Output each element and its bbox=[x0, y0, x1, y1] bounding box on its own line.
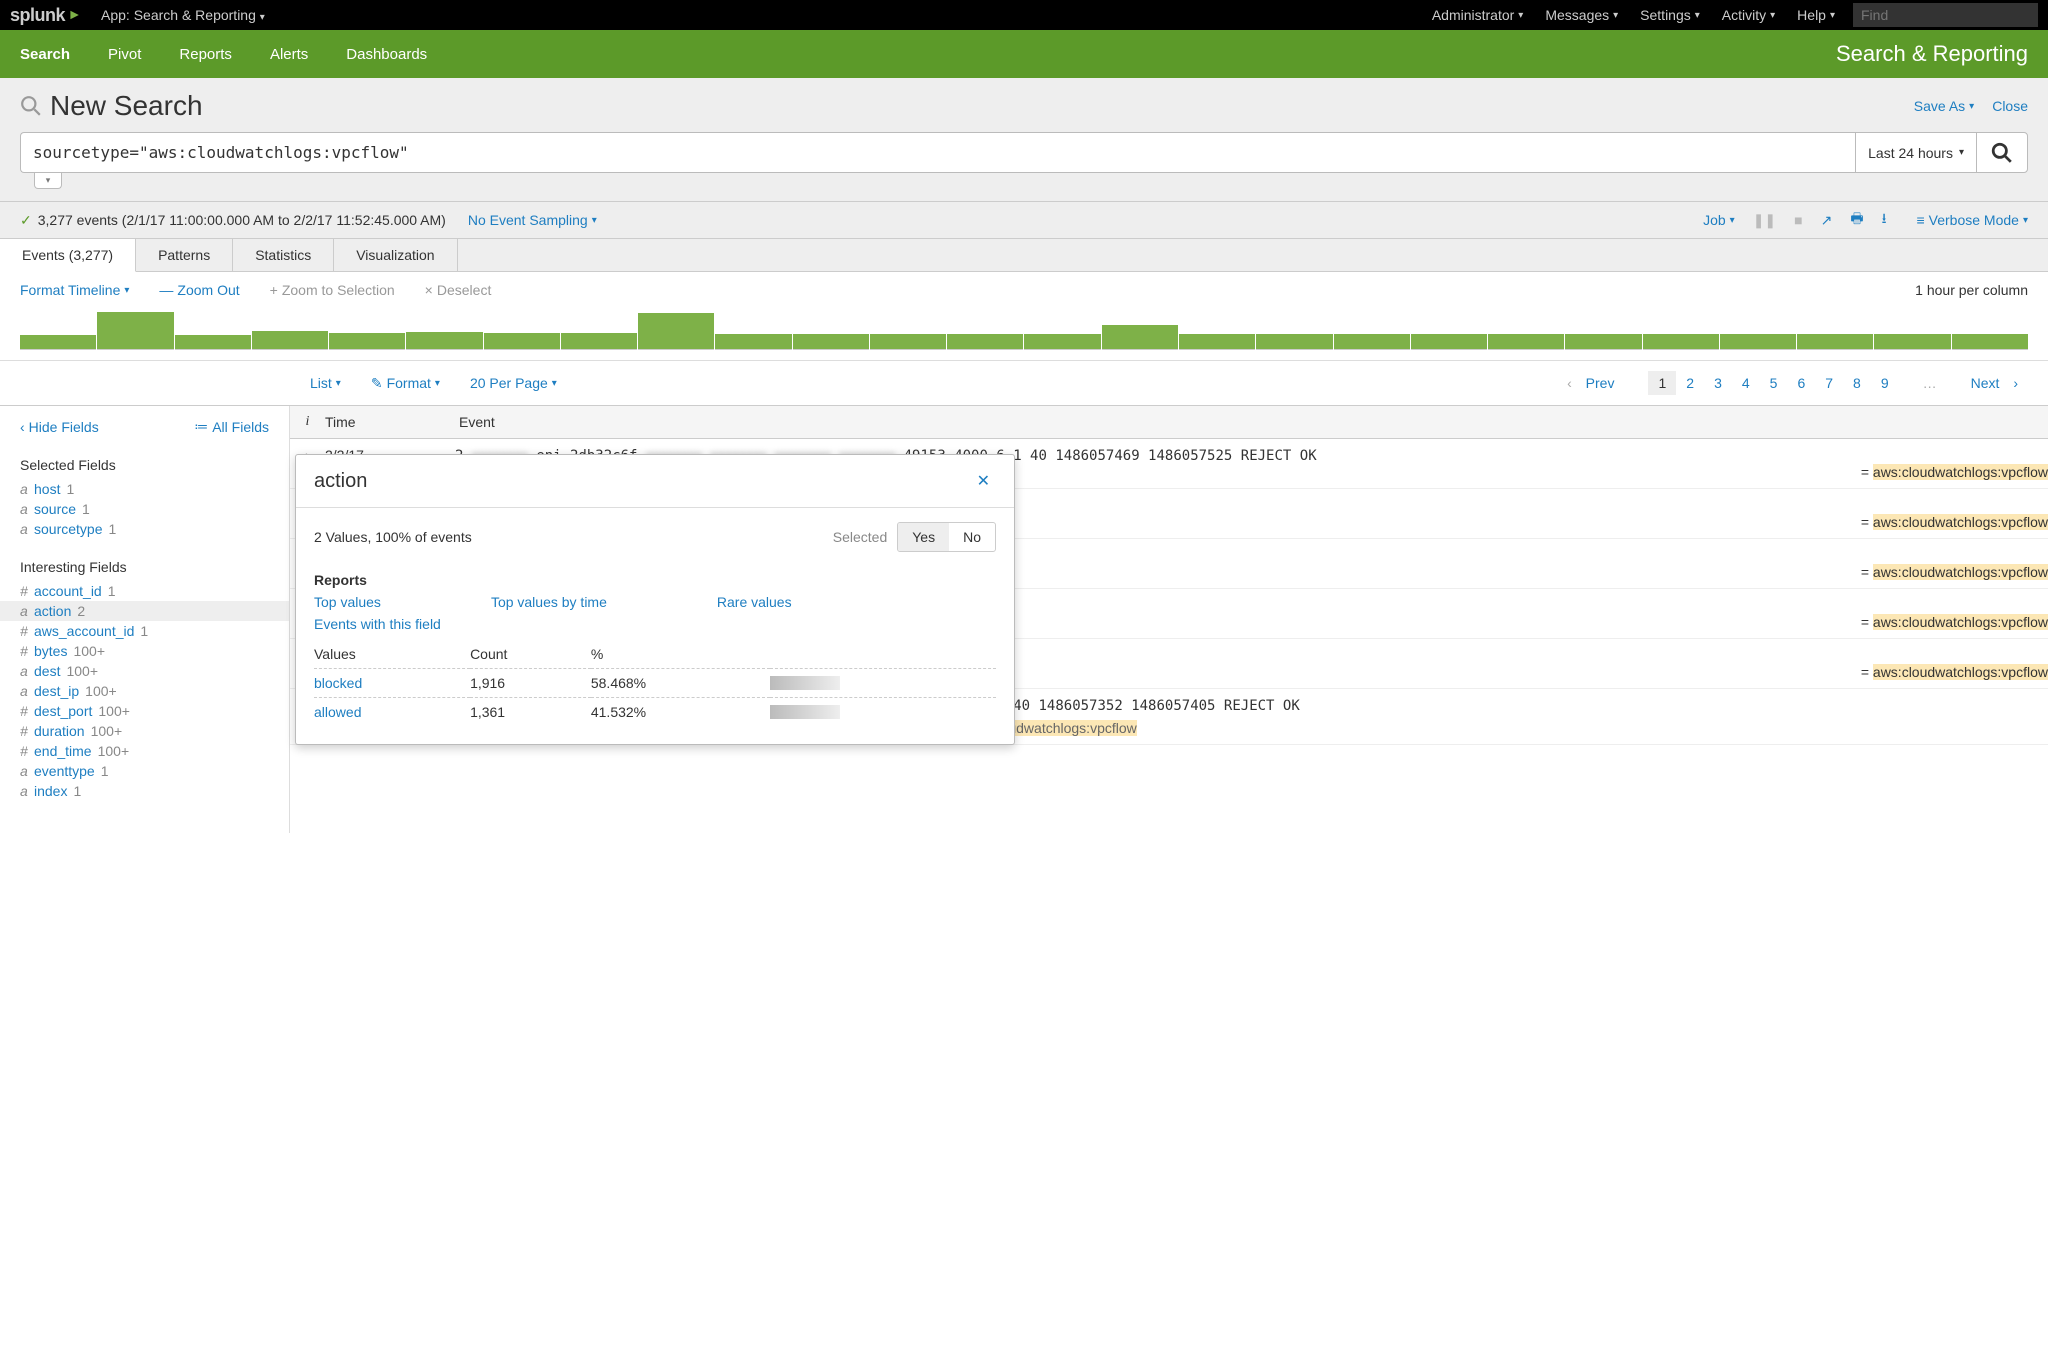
event-sampling[interactable]: No Event Sampling▾ bbox=[468, 212, 597, 228]
app-title: Search & Reporting bbox=[1836, 41, 2028, 67]
pager-3[interactable]: 3 bbox=[1704, 371, 1732, 395]
save-as[interactable]: Save As▾ bbox=[1914, 98, 1974, 114]
selected-no[interactable]: No bbox=[949, 523, 995, 551]
col-info: i bbox=[290, 414, 325, 430]
search-button[interactable] bbox=[1976, 132, 2028, 173]
popup-summary: 2 Values, 100% of events bbox=[314, 529, 472, 545]
field-action[interactable]: aaction2 bbox=[0, 601, 289, 621]
pager-9[interactable]: 9 bbox=[1871, 371, 1899, 395]
search-mode[interactable]: ≡ Verbose Mode▾ bbox=[1917, 212, 2029, 228]
field-source[interactable]: asource1 bbox=[20, 499, 269, 519]
search-input[interactable]: sourcetype="aws:cloudwatchlogs:vpcflow" bbox=[20, 132, 1855, 173]
close-button[interactable]: Close bbox=[1992, 98, 2028, 114]
search-expand[interactable]: ▾ bbox=[34, 173, 62, 189]
menu-help[interactable]: Help▾ bbox=[1797, 7, 1835, 23]
deselect[interactable]: × Deselect bbox=[425, 282, 492, 298]
per-page[interactable]: 20 Per Page▾ bbox=[470, 375, 557, 391]
selected-label: Selected bbox=[833, 529, 887, 545]
search-icon bbox=[20, 95, 42, 117]
search-icon bbox=[1991, 142, 2013, 164]
popup-title: action bbox=[314, 470, 971, 493]
nav-pivot[interactable]: Pivot bbox=[108, 46, 141, 63]
pager-5[interactable]: 5 bbox=[1760, 371, 1788, 395]
field-dest_ip[interactable]: adest_ip100+ bbox=[20, 681, 269, 701]
field-end_time[interactable]: #end_time100+ bbox=[20, 741, 269, 761]
splunk-logo: splunk bbox=[10, 5, 83, 26]
list-view[interactable]: List▾ bbox=[310, 375, 341, 391]
timeline-chart[interactable] bbox=[20, 308, 2028, 350]
col-time[interactable]: Time bbox=[325, 414, 455, 430]
check-icon: ✓ bbox=[20, 212, 32, 229]
hide-fields[interactable]: ‹ Hide Fields bbox=[20, 418, 99, 435]
reports-heading: Reports bbox=[314, 572, 996, 588]
menu-activity[interactable]: Activity▾ bbox=[1722, 7, 1775, 23]
link-top-values-by-time[interactable]: Top values by time bbox=[491, 594, 607, 610]
page-title: New Search bbox=[20, 90, 203, 122]
nav-dashboards[interactable]: Dashboards bbox=[346, 46, 427, 63]
tab-events[interactable]: Events (3,277) bbox=[0, 239, 136, 272]
job-menu[interactable]: Job▾ bbox=[1703, 212, 1735, 228]
all-fields[interactable]: ≔ All Fields bbox=[194, 418, 269, 435]
close-icon[interactable]: ✕ bbox=[971, 469, 996, 493]
selected-yes[interactable]: Yes bbox=[898, 523, 949, 551]
timeline-scale: 1 hour per column bbox=[1915, 282, 2028, 298]
zoom-to-selection[interactable]: + Zoom to Selection bbox=[270, 282, 395, 298]
value-link[interactable]: allowed bbox=[314, 704, 361, 720]
tab-visualization[interactable]: Visualization bbox=[334, 239, 457, 271]
menu-messages[interactable]: Messages▾ bbox=[1545, 7, 1618, 23]
menu-administrator[interactable]: Administrator▾ bbox=[1432, 7, 1524, 23]
tab-patterns[interactable]: Patterns bbox=[136, 239, 233, 271]
pager-7[interactable]: 7 bbox=[1815, 371, 1843, 395]
find-input[interactable] bbox=[1853, 3, 2038, 27]
time-range-picker[interactable]: Last 24 hours▾ bbox=[1855, 132, 1976, 173]
link-events-with-field[interactable]: Events with this field bbox=[314, 616, 441, 632]
field-dest_port[interactable]: #dest_port100+ bbox=[20, 701, 269, 721]
pager-prev[interactable]: ‹ Prev bbox=[1557, 371, 1634, 395]
field-popup: action ✕ 2 Values, 100% of events Select… bbox=[295, 454, 1015, 745]
stop-icon[interactable]: ■ bbox=[1794, 212, 1802, 228]
app-menu[interactable]: App: Search & Reporting ▾ bbox=[101, 7, 265, 23]
field-host[interactable]: ahost1 bbox=[20, 479, 269, 499]
share-icon[interactable]: ↗ bbox=[1821, 212, 1833, 229]
nav-reports[interactable]: Reports bbox=[179, 46, 232, 63]
link-top-values[interactable]: Top values bbox=[314, 594, 381, 610]
link-rare-values[interactable]: Rare values bbox=[717, 594, 792, 610]
pager: ‹ Prev 123456789 … Next › bbox=[1557, 371, 2028, 395]
field-index[interactable]: aindex1 bbox=[20, 781, 269, 801]
field-bytes[interactable]: #bytes100+ bbox=[20, 641, 269, 661]
export-icon[interactable]: ⭳ bbox=[1882, 208, 1887, 232]
selected-fields-title: Selected Fields bbox=[20, 457, 269, 473]
menu-settings[interactable]: Settings▾ bbox=[1640, 7, 1700, 23]
col-event: Event bbox=[455, 414, 2048, 430]
field-aws_account_id[interactable]: #aws_account_id1 bbox=[20, 621, 269, 641]
pager-1[interactable]: 1 bbox=[1648, 371, 1676, 395]
field-duration[interactable]: #duration100+ bbox=[20, 721, 269, 741]
pager-8[interactable]: 8 bbox=[1843, 371, 1871, 395]
print-icon[interactable]: 🖶 bbox=[1850, 208, 1863, 232]
field-eventtype[interactable]: aeventtype1 bbox=[20, 761, 269, 781]
format-events[interactable]: ✎Format▾ bbox=[371, 375, 440, 392]
nav-alerts[interactable]: Alerts bbox=[270, 46, 308, 63]
field-dest[interactable]: adest100+ bbox=[20, 661, 269, 681]
format-timeline[interactable]: Format Timeline▾ bbox=[20, 282, 129, 298]
pager-2[interactable]: 2 bbox=[1676, 371, 1704, 395]
nav-search[interactable]: Search bbox=[20, 46, 70, 63]
event-count: 3,277 events (2/1/17 11:00:00.000 AM to … bbox=[38, 212, 446, 228]
zoom-out[interactable]: — Zoom Out bbox=[159, 282, 239, 298]
field-sourcetype[interactable]: asourcetype1 bbox=[20, 519, 269, 539]
interesting-fields-title: Interesting Fields bbox=[20, 559, 269, 575]
pager-next[interactable]: Next › bbox=[1951, 371, 2028, 395]
field-account_id[interactable]: #account_id1 bbox=[20, 581, 269, 601]
tab-statistics[interactable]: Statistics bbox=[233, 239, 334, 271]
pager-6[interactable]: 6 bbox=[1787, 371, 1815, 395]
value-link[interactable]: blocked bbox=[314, 675, 362, 691]
pager-4[interactable]: 4 bbox=[1732, 371, 1760, 395]
pause-icon[interactable]: ❚❚ bbox=[1753, 212, 1776, 229]
